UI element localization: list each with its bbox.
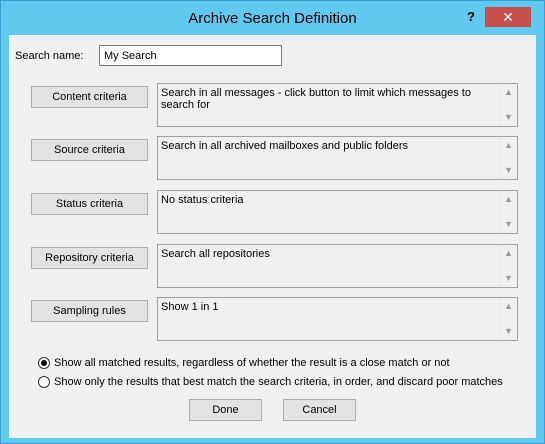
source-criteria-text-box: Search in all archived mailboxes and pub… bbox=[157, 136, 518, 180]
up-arrow-icon[interactable]: ▲ bbox=[500, 137, 517, 154]
down-arrow-icon[interactable]: ▼ bbox=[500, 323, 517, 340]
repository-criteria-button[interactable]: Repository criteria bbox=[31, 247, 148, 269]
archive-search-dialog: Archive Search Definition ? ✕ Search nam… bbox=[0, 0, 545, 444]
close-button[interactable]: ✕ bbox=[485, 7, 531, 27]
cancel-button[interactable]: Cancel bbox=[283, 399, 356, 421]
up-arrow-icon[interactable]: ▲ bbox=[500, 245, 517, 262]
search-name-label: Search name: bbox=[15, 50, 84, 62]
radio-show-all-label[interactable]: Show all matched results, regardless of … bbox=[54, 357, 450, 369]
done-button[interactable]: Done bbox=[189, 399, 262, 421]
title-bar[interactable]: Archive Search Definition ? ✕ bbox=[1, 1, 544, 35]
sampling-rules-description: Show 1 in 1 bbox=[161, 301, 219, 313]
status-criteria-text-box: No status criteria ▲ ▼ bbox=[157, 190, 518, 234]
status-criteria-scrollbar[interactable]: ▲ ▼ bbox=[499, 191, 517, 233]
radio-selected-icon[interactable] bbox=[38, 357, 50, 369]
status-criteria-description: No status criteria bbox=[161, 194, 244, 206]
source-criteria-button[interactable]: Source criteria bbox=[31, 139, 148, 161]
repository-criteria-text-box: Search all repositories ▲ ▼ bbox=[157, 244, 518, 288]
sampling-rules-text-box: Show 1 in 1 ▲ ▼ bbox=[157, 297, 518, 341]
radio-show-best-label[interactable]: Show only the results that best match th… bbox=[54, 376, 503, 388]
source-criteria-scrollbar[interactable]: ▲ ▼ bbox=[499, 137, 517, 179]
down-arrow-icon[interactable]: ▼ bbox=[500, 216, 517, 233]
up-arrow-icon[interactable]: ▲ bbox=[500, 191, 517, 208]
down-arrow-icon[interactable]: ▼ bbox=[500, 162, 517, 179]
status-criteria-button[interactable]: Status criteria bbox=[31, 193, 148, 215]
content-criteria-description: Search in all messages - click button to… bbox=[161, 87, 471, 111]
up-arrow-icon[interactable]: ▲ bbox=[500, 298, 517, 315]
repository-criteria-description: Search all repositories bbox=[161, 248, 270, 260]
source-criteria-description: Search in all archived mailboxes and pub… bbox=[161, 140, 409, 152]
down-arrow-icon[interactable]: ▼ bbox=[500, 270, 517, 287]
search-name-input[interactable] bbox=[99, 45, 282, 66]
up-arrow-icon[interactable]: ▲ bbox=[500, 84, 517, 101]
radio-unselected-icon[interactable] bbox=[38, 376, 50, 388]
sampling-rules-scrollbar[interactable]: ▲ ▼ bbox=[499, 298, 517, 340]
help-button[interactable]: ? bbox=[458, 7, 484, 27]
content-criteria-scrollbar[interactable]: ▲ ▼ bbox=[499, 84, 517, 126]
content-criteria-button[interactable]: Content criteria bbox=[31, 86, 148, 108]
sampling-rules-button[interactable]: Sampling rules bbox=[31, 300, 148, 322]
down-arrow-icon[interactable]: ▼ bbox=[500, 109, 517, 126]
content-criteria-text-box: Search in all messages - click button to… bbox=[157, 83, 518, 127]
dialog-body: Search name: Content criteria Search in … bbox=[9, 35, 536, 438]
repository-criteria-scrollbar[interactable]: ▲ ▼ bbox=[499, 245, 517, 287]
